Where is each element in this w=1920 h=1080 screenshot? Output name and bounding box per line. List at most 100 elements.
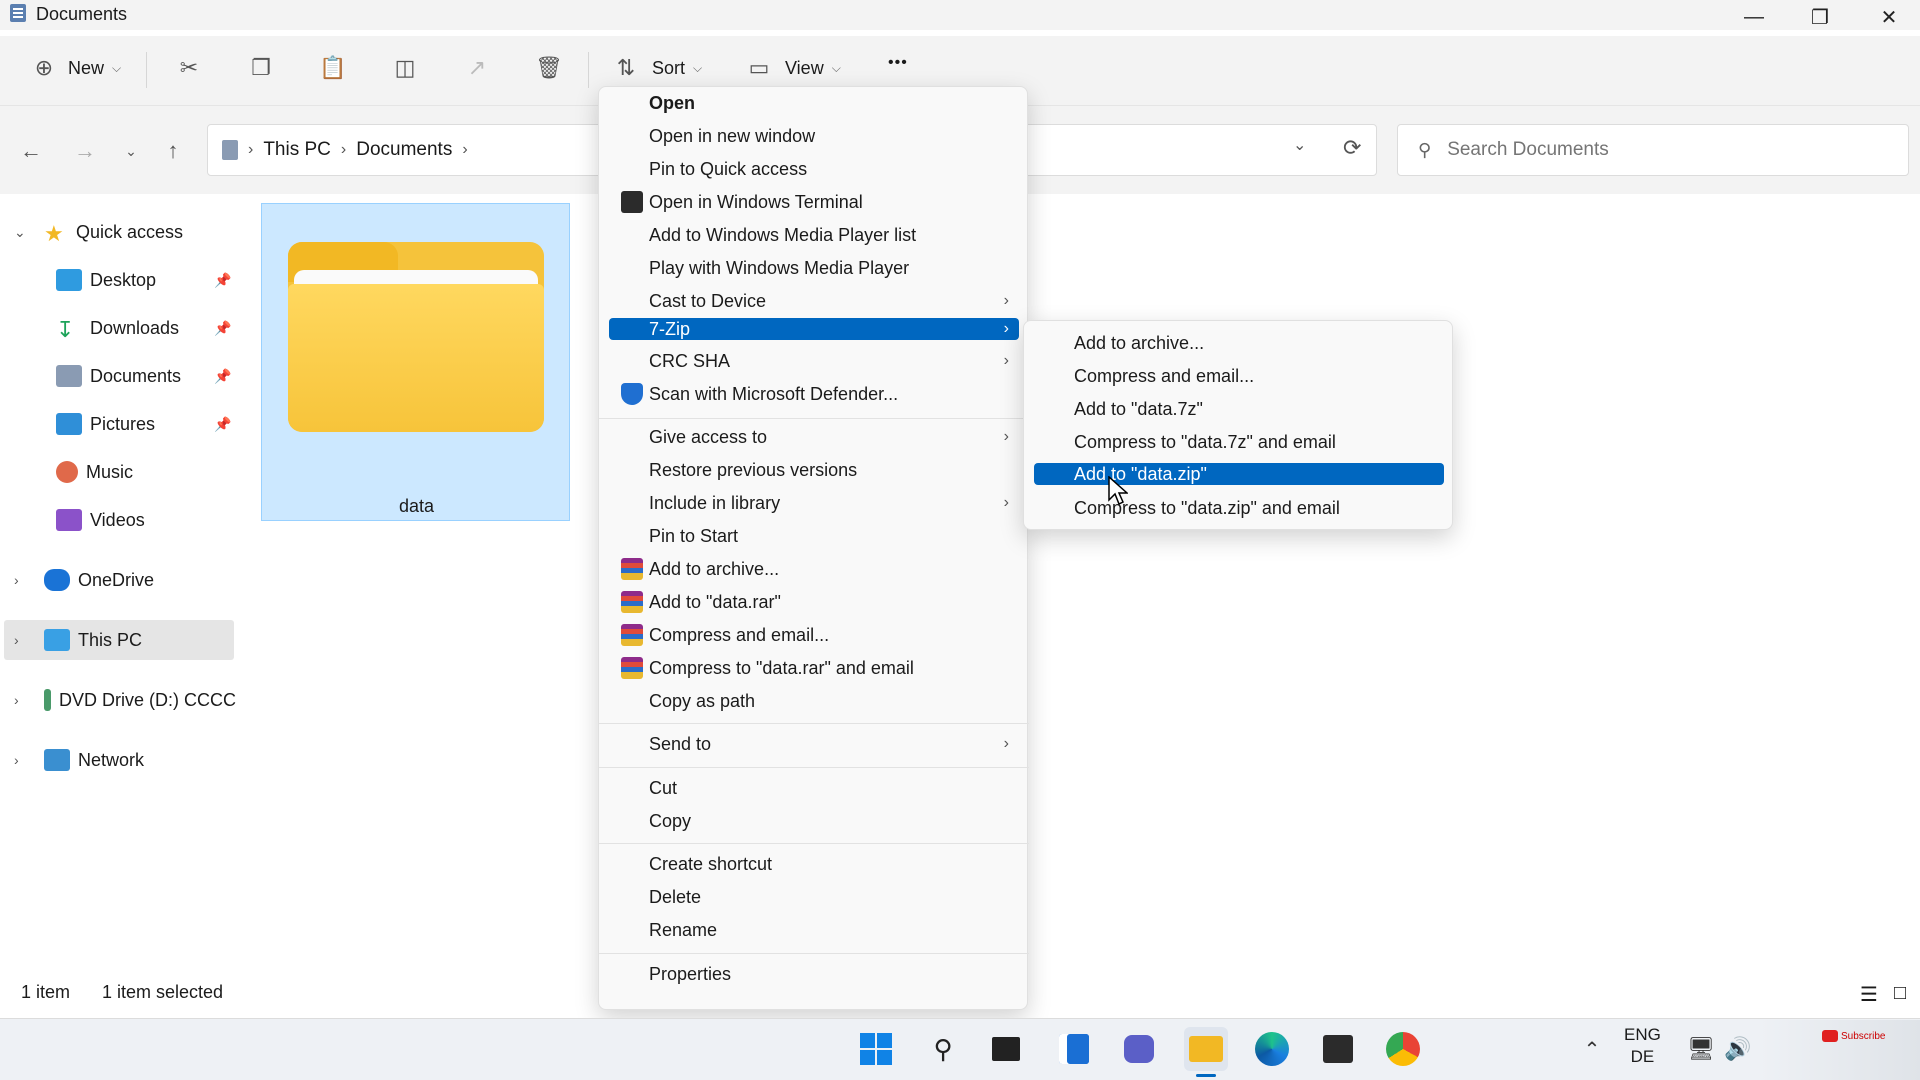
close-button[interactable]: ✕ (1855, 0, 1920, 34)
menu-item-pin-start[interactable]: Pin to Start (609, 520, 1019, 552)
folder-icon-front (288, 284, 544, 432)
widgets-icon[interactable] (1052, 1027, 1096, 1071)
menu-item-crc-sha[interactable]: CRC SHA › (609, 345, 1019, 377)
sidebar-item-this-pc[interactable]: › This PC (4, 620, 234, 660)
edge-browser-icon[interactable] (1250, 1027, 1294, 1071)
new-button[interactable]: ⊕ New ⌵ (30, 54, 121, 82)
refresh-icon[interactable]: ⟳ (1343, 135, 1361, 161)
desktop-icon (56, 269, 82, 291)
menu-item-open-new-window[interactable]: Open in new window (609, 120, 1019, 152)
menu-item-copy-as-path[interactable]: Copy as path (609, 685, 1019, 717)
submenu-item-add-7z[interactable]: Add to "data.7z" (1034, 393, 1444, 425)
menu-item-open[interactable]: Open (609, 87, 1019, 119)
breadcrumb-documents[interactable]: Documents (356, 139, 452, 161)
menu-item-rar-compress-email[interactable]: Compress and email... (609, 619, 1019, 651)
submenu-item-compress-email[interactable]: Compress and email... (1034, 360, 1444, 392)
menu-item-7zip[interactable]: 7-Zip › (609, 318, 1019, 340)
menu-item-cast-to-device[interactable]: Cast to Device › (609, 285, 1019, 317)
breadcrumb-chevron-icon: › (248, 141, 254, 158)
sidebar-item-pictures[interactable]: Pictures 📌 (56, 404, 236, 444)
menu-item-restore-versions[interactable]: Restore previous versions (609, 454, 1019, 486)
menu-item-add-wmp-list[interactable]: Add to Windows Media Player list (609, 219, 1019, 251)
sidebar-item-desktop[interactable]: Desktop 📌 (56, 260, 236, 300)
submenu-item-add-zip[interactable]: Add to "data.zip" (1034, 463, 1444, 485)
network-icon (44, 749, 70, 771)
copy-button[interactable]: ❐ (247, 54, 275, 82)
menu-divider (599, 418, 1029, 419)
start-windows-icon[interactable] (854, 1027, 898, 1071)
tiles-view-icon[interactable]: □ (1894, 982, 1906, 1005)
sidebar-item-downloads[interactable]: ↧ Downloads 📌 (56, 308, 236, 348)
paste-button[interactable]: 📋 (319, 54, 347, 82)
back-arrow-icon[interactable]: ← (16, 136, 46, 166)
sidebar-item-quick-access[interactable]: ⌄ ★ Quick access (0, 212, 240, 252)
share-button[interactable]: ↗ (463, 54, 491, 82)
menu-item-send-to[interactable]: Send to › (609, 728, 1019, 760)
input-language-indicator[interactable]: ENG DE (1624, 1024, 1661, 1068)
show-hidden-icons-chevron[interactable]: ⌃ (1570, 1027, 1614, 1071)
store-icon[interactable] (1316, 1027, 1360, 1071)
details-view-icon[interactable]: ☰ (1860, 982, 1878, 1007)
sort-button[interactable]: ⇅ Sort ⌵ (612, 54, 702, 82)
clipboard-icon: 📋 (319, 55, 347, 80)
search-taskbar-icon[interactable]: ⚲ (921, 1027, 965, 1071)
file-explorer-taskbar-icon[interactable] (1184, 1027, 1228, 1071)
submenu-item-add-archive[interactable]: Add to archive... (1034, 327, 1444, 359)
menu-item-open-terminal[interactable]: Open in Windows Terminal (609, 186, 1019, 218)
restore-button[interactable]: ❐ (1786, 0, 1854, 34)
menu-item-delete[interactable]: Delete (609, 881, 1019, 913)
sidebar-label: Network (78, 749, 145, 770)
forward-arrow-icon[interactable]: → (70, 136, 100, 166)
winrar-icon (621, 657, 643, 679)
menu-item-play-wmp[interactable]: Play with Windows Media Player (609, 252, 1019, 284)
delete-button[interactable]: 🗑 (535, 54, 563, 82)
sidebar-item-network[interactable]: › Network (0, 740, 240, 780)
search-input[interactable]: ⚲ Search Documents (1397, 124, 1909, 176)
sidebar-item-dvd-drive[interactable]: › DVD Drive (D:) CCCC (0, 680, 236, 720)
recent-locations-chevron-icon[interactable]: ⌄ (116, 136, 146, 166)
menu-divider (599, 723, 1029, 724)
submenu-item-compress-7z-email[interactable]: Compress to "data.7z" and email (1034, 426, 1444, 458)
submenu-item-compress-zip-email[interactable]: Compress to "data.zip" and email (1034, 492, 1444, 524)
menu-item-scan-defender[interactable]: Scan with Microsoft Defender... (609, 378, 1019, 410)
sidebar-item-videos[interactable]: Videos (56, 500, 236, 540)
task-view-icon[interactable] (984, 1027, 1028, 1071)
folder-item[interactable]: data (261, 203, 570, 521)
new-label: New (68, 57, 105, 78)
rename-button[interactable]: ◫ (391, 54, 419, 82)
terminal-icon (621, 191, 643, 213)
menu-item-properties[interactable]: Properties (609, 958, 1019, 990)
search-placeholder: Search Documents (1447, 139, 1609, 160)
keyboard-layout: DE (1630, 1047, 1655, 1066)
menu-item-give-access[interactable]: Give access to › (609, 421, 1019, 453)
clock-area[interactable] (1760, 1020, 1920, 1080)
chevron-down-icon: ⌵ (112, 60, 122, 75)
sidebar-item-documents[interactable]: Documents 📌 (56, 356, 236, 396)
minimize-button[interactable]: — (1720, 0, 1788, 34)
menu-item-rar-add-archive[interactable]: Add to archive... (609, 553, 1019, 585)
sidebar-label: Pictures (90, 413, 156, 434)
view-icon: ▭ (748, 55, 770, 80)
menu-item-copy[interactable]: Copy (609, 805, 1019, 837)
menu-item-create-shortcut[interactable]: Create shortcut (609, 848, 1019, 880)
up-arrow-icon[interactable]: ↑ (158, 136, 188, 166)
breadcrumb-this-pc[interactable]: This PC (263, 139, 331, 161)
sidebar-item-onedrive[interactable]: › OneDrive (0, 560, 240, 600)
view-button[interactable]: ▭ View ⌵ (745, 54, 841, 82)
cut-button[interactable]: ✂ (175, 54, 203, 82)
menu-item-pin-quick-access[interactable]: Pin to Quick access (609, 153, 1019, 185)
more-options-button[interactable]: ••• (888, 54, 908, 72)
scissors-icon: ✂ (179, 55, 199, 80)
sidebar-item-music[interactable]: Music (56, 452, 236, 492)
menu-item-rename[interactable]: Rename (609, 914, 1019, 946)
chrome-browser-icon[interactable] (1381, 1027, 1425, 1071)
menu-item-cut[interactable]: Cut (609, 772, 1019, 804)
address-dropdown-icon[interactable]: ⌄ (1293, 135, 1306, 155)
menu-item-include-library[interactable]: Include in library › (609, 487, 1019, 519)
chat-icon[interactable] (1117, 1027, 1161, 1071)
submenu-chevron-icon: › (1003, 320, 1009, 337)
menu-item-rar-compress-data-email[interactable]: Compress to "data.rar" and email (609, 652, 1019, 684)
pin-icon: 📌 (214, 367, 232, 384)
volume-icon[interactable]: 🔊 (1716, 1027, 1760, 1071)
menu-item-rar-add-data[interactable]: Add to "data.rar" (609, 586, 1019, 618)
